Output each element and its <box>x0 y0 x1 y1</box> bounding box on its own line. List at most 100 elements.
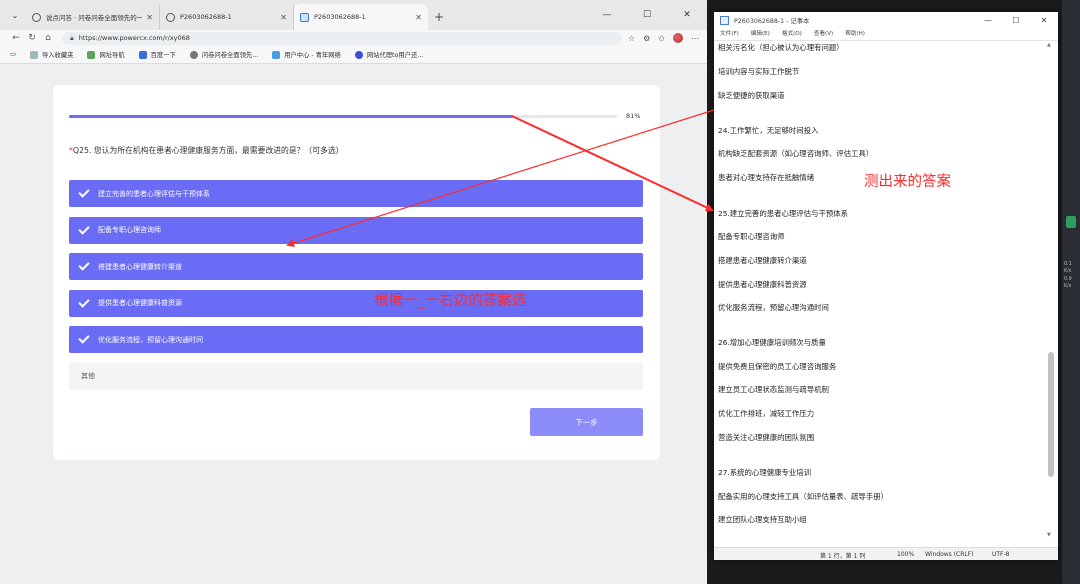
url-text: https://www.powercx.com/r/xy068 <box>78 34 190 42</box>
menu-format[interactable]: 格式(O) <box>782 29 802 39</box>
text-line: 营造关注心理健康的团队氛围 <box>718 433 815 442</box>
tab-survey-home[interactable]: 说点问答 · 问卷问卷全面领先的一 ✕ <box>26 4 160 30</box>
question-text: Q25. 您认为所在机构在患者心理健康服务方面，最需要改进的是？（可多选） <box>72 146 344 155</box>
more-icon[interactable]: ⋯ <box>691 34 699 43</box>
bookmark-item[interactable]: 百度一下 <box>138 50 176 59</box>
bookmark-item[interactable]: 问卷问卷全面领先... <box>189 50 258 59</box>
text-line: 优化工作排班，减轻工作压力 <box>718 409 815 418</box>
option-checkbox[interactable]: 配备专职心理咨询师 <box>69 216 643 244</box>
bookmark-item[interactable]: 网址导航 <box>87 50 125 59</box>
survey-card: 81% *Q25. 您认为所在机构在患者心理健康服务方面，最需要改进的是？（可多… <box>53 85 660 460</box>
app-icon[interactable] <box>1066 216 1076 228</box>
text-line: 缺乏便捷的获取渠道 <box>718 91 785 100</box>
close-icon[interactable]: ✕ <box>146 13 153 22</box>
home-icon[interactable]: ⌂ <box>40 33 56 43</box>
progress-label: 81% <box>626 112 641 120</box>
text-line: 搭建患者心理健康转介渠道 <box>718 256 807 265</box>
globe-icon <box>32 12 41 22</box>
option-checkbox[interactable]: 提供患者心理健康科普资源 <box>69 289 643 317</box>
maximize-icon[interactable]: ☐ <box>1002 12 1030 29</box>
text-line: 优化服务流程，预留心理沟通时间 <box>718 303 829 312</box>
notepad-statusbar: 第 1 行，第 1 列 100% Windows (CRLF) UTF-8 <box>714 547 1058 560</box>
menu-view[interactable]: 查看(V) <box>814 29 833 39</box>
tab-survey-page[interactable]: P2603062688-1 ✕ <box>160 4 294 30</box>
site-icon <box>354 50 363 59</box>
tab-title: 说点问答 · 问卷问卷全面领先的一 <box>46 14 143 22</box>
options-list: 建立完善的患者心理评估与干预体系 配备专职心理咨询师 搭建患者心理健康转介渠道 … <box>69 180 643 399</box>
maximize-icon[interactable]: ☐ <box>627 0 667 30</box>
progress-bar <box>69 115 617 118</box>
cursor-position: 第 1 行，第 1 列 <box>820 553 866 560</box>
encoding: UTF-8 <box>992 551 1010 558</box>
minimize-icon[interactable]: — <box>587 0 627 30</box>
menu-edit[interactable]: 编辑(E) <box>751 29 770 39</box>
option-checkbox[interactable]: 建立完善的患者心理评估与干预体系 <box>69 180 643 207</box>
option-checkbox[interactable]: 优化服务流程，预留心理沟通时间 <box>69 326 643 353</box>
bookmark-item[interactable]: 用户中心 - 青年网络 <box>272 50 341 59</box>
notepad-menu: 文件(F) 编辑(E) 格式(O) 查看(V) 帮助(H) <box>714 29 1058 39</box>
close-window-icon[interactable]: ✕ <box>667 0 707 30</box>
site-icon <box>138 50 147 59</box>
text-line: 提供免费且保密的员工心理咨询服务 <box>718 362 837 371</box>
site-icon <box>87 50 96 59</box>
star-icon[interactable]: ☆ <box>628 34 635 43</box>
option-other[interactable]: 其他 <box>69 362 643 390</box>
url-input[interactable]: 🔒︎ https://www.powercx.com/r/xy068 <box>62 31 622 45</box>
bookmarks-toggle-icon[interactable]: ▭ <box>10 51 16 58</box>
text-line: 27.系统的心理健康专业培训 <box>718 468 812 477</box>
notepad-text-area[interactable]: 相关污名化（担心被认为心理有问题） 培训内容与实际工作脱节 缺乏便捷的获取渠道 … <box>714 40 1058 547</box>
notepad-scrollbar[interactable]: ▲ ▼ <box>1047 42 1055 542</box>
minimize-icon[interactable]: — <box>974 12 1002 29</box>
close-window-icon[interactable]: ✕ <box>1030 12 1058 29</box>
bookmarks-bar: ▭ 导入收藏夹 网址导航 百度一下 问卷问卷全面领先... 用户中心 - 青年网… <box>0 46 707 64</box>
text-line: 配备专职心理咨询师 <box>718 232 785 241</box>
page-viewport: 81% *Q25. 您认为所在机构在患者心理健康服务方面，最需要改进的是？（可多… <box>0 65 707 584</box>
bookmark-item[interactable]: 导入收藏夹 <box>29 50 73 59</box>
globe-icon <box>189 50 198 59</box>
avatar[interactable] <box>673 33 683 43</box>
annotation-answer-label: 测出来的答案 <box>864 174 951 190</box>
reload-icon[interactable]: ↻ <box>24 33 40 43</box>
browser-window: ⌄ 说点问答 · 问卷问卷全面领先的一 ✕ P2603062688-1 ✕ P2… <box>0 0 707 584</box>
text-line: 培训内容与实际工作脱节 <box>718 67 800 76</box>
tab-bar: ⌄ 说点问答 · 问卷问卷全面领先的一 ✕ P2603062688-1 ✕ P2… <box>0 0 707 30</box>
menu-file[interactable]: 文件(F) <box>720 29 739 39</box>
address-bar: ← ↻ ⌂ 🔒︎ https://www.powercx.com/r/xy068… <box>0 30 707 46</box>
text-line: 相关污名化（担心被认为心理有问题） <box>718 43 844 52</box>
extension-icon[interactable]: ⚙ <box>643 34 650 43</box>
menu-help[interactable]: 帮助(H) <box>845 29 865 39</box>
scroll-down-icon[interactable]: ▼ <box>1047 532 1051 538</box>
globe-icon <box>166 12 175 22</box>
next-button[interactable]: 下一步 <box>530 408 643 436</box>
text-line: 25.建立完善的患者心理评估与干预体系 <box>718 209 849 218</box>
option-checkbox[interactable]: 搭建患者心理健康转介渠道 <box>69 253 643 280</box>
tab-survey-active[interactable]: P2603062688-1 ✕ <box>294 4 428 30</box>
tab-title: P2603062688-1 <box>180 13 232 21</box>
back-icon[interactable]: ← <box>8 33 24 43</box>
cloud-icon <box>272 50 281 59</box>
text-line: 建立员工心理状态监测与疏导机制 <box>718 385 829 394</box>
close-icon[interactable]: ✕ <box>415 13 422 22</box>
window-controls: — ☐ ✕ <box>587 0 707 30</box>
new-tab-button[interactable]: + <box>428 4 450 30</box>
notepad-icon <box>720 16 729 25</box>
favorites-icon[interactable]: ✩ <box>658 34 665 43</box>
close-icon[interactable]: ✕ <box>280 13 287 22</box>
net-speed-text: 0.9 <box>1064 277 1072 282</box>
annotation-select-label: 根据一_一右边的答案选 <box>374 293 527 309</box>
scrollbar-thumb[interactable] <box>1048 352 1054 477</box>
check-icon <box>78 222 90 235</box>
text-line: 机构缺乏配套资源（如心理咨询师、评估工具） <box>718 149 874 158</box>
question-title: *Q25. 您认为所在机构在患者心理健康服务方面，最需要改进的是？（可多选） <box>69 145 343 156</box>
tab-list-dropdown-icon[interactable]: ⌄ <box>4 0 26 30</box>
desktop-edge: 0.1 K/s 0.9 K/s <box>1062 0 1080 584</box>
check-icon <box>78 259 90 271</box>
text-line: 26.增加心理健康培训频次与质量 <box>718 338 826 347</box>
page-icon <box>300 12 309 22</box>
text-line: 24.工作繁忙，无足够时间投入 <box>718 126 819 135</box>
bookmark-item[interactable]: 网站代理to用户还... <box>354 50 423 59</box>
address-bar-icons: ☆ ⚙ ✩ ⋯ <box>628 33 699 43</box>
progress-fill <box>69 115 513 118</box>
scroll-up-icon[interactable]: ▲ <box>1047 42 1051 48</box>
notepad-window: P2603062688-1 - 记事本 — ☐ ✕ 文件(F) 编辑(E) 格式… <box>714 12 1058 560</box>
